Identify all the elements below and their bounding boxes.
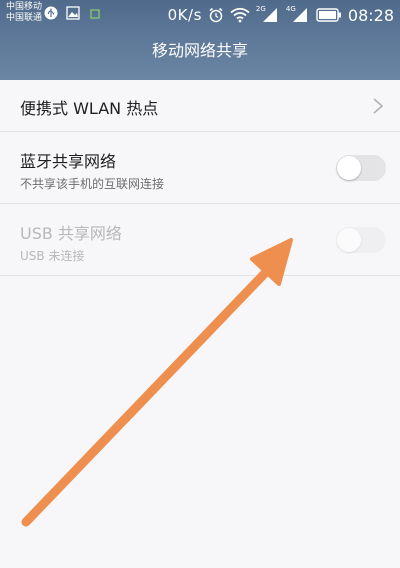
carrier-2: 中国联通 — [6, 13, 43, 23]
toggle-knob — [337, 228, 361, 252]
sim-icon — [90, 9, 100, 19]
setting-usb-tethering-label: USB 共享网络 — [20, 224, 122, 243]
setting-wlan-hotspot[interactable]: 便携式 WLAN 热点 — [0, 80, 400, 132]
signal-icon — [292, 8, 307, 22]
alarm-icon — [209, 7, 223, 23]
status-right: 0K/s 2G 4G 08:28 — [168, 0, 394, 30]
setting-bluetooth-tethering-description: 不共享该手机的互联网连接 — [20, 177, 165, 191]
net-speed: 0K/s — [167, 6, 202, 24]
status-bar: 中国移动 中国联通 0K/s 2G 4G 08:28 — [0, 0, 400, 30]
signal-icon — [262, 8, 277, 22]
setting-bluetooth-tethering-label: 蓝牙共享网络 — [20, 152, 117, 171]
usb-icon — [44, 6, 58, 20]
setting-usb-tethering-description: USB 未连接 — [20, 249, 85, 263]
clock: 08:28 — [347, 5, 394, 25]
header: 中国移动 中国联通 0K/s 2G 4G 08:28 移动网络共享 — [0, 0, 400, 80]
battery-icon — [316, 8, 341, 22]
screen: 中国移动 中国联通 0K/s 2G 4G 08:28 移动网络共享 便携式 WL… — [0, 0, 400, 568]
toggle-knob — [337, 156, 361, 180]
setting-usb-tethering: USB 共享网络 USB 未连接 — [0, 204, 400, 276]
chevron-right-icon — [373, 98, 384, 114]
setting-bluetooth-tethering: 蓝牙共享网络 不共享该手机的互联网连接 — [0, 132, 400, 204]
signal-4g: 4G — [286, 5, 310, 25]
page-title: 移动网络共享 — [151, 41, 248, 60]
usb-tethering-toggle — [336, 227, 386, 253]
setting-wlan-hotspot-label: 便携式 WLAN 热点 — [20, 99, 159, 118]
bluetooth-tethering-toggle[interactable] — [336, 155, 386, 181]
carrier-1: 中国移动 — [6, 2, 43, 12]
signal-2g: 2G — [256, 5, 280, 25]
wifi-icon — [230, 7, 250, 23]
carrier-names: 中国移动 中国联通 — [6, 2, 42, 24]
image-icon — [66, 6, 80, 20]
